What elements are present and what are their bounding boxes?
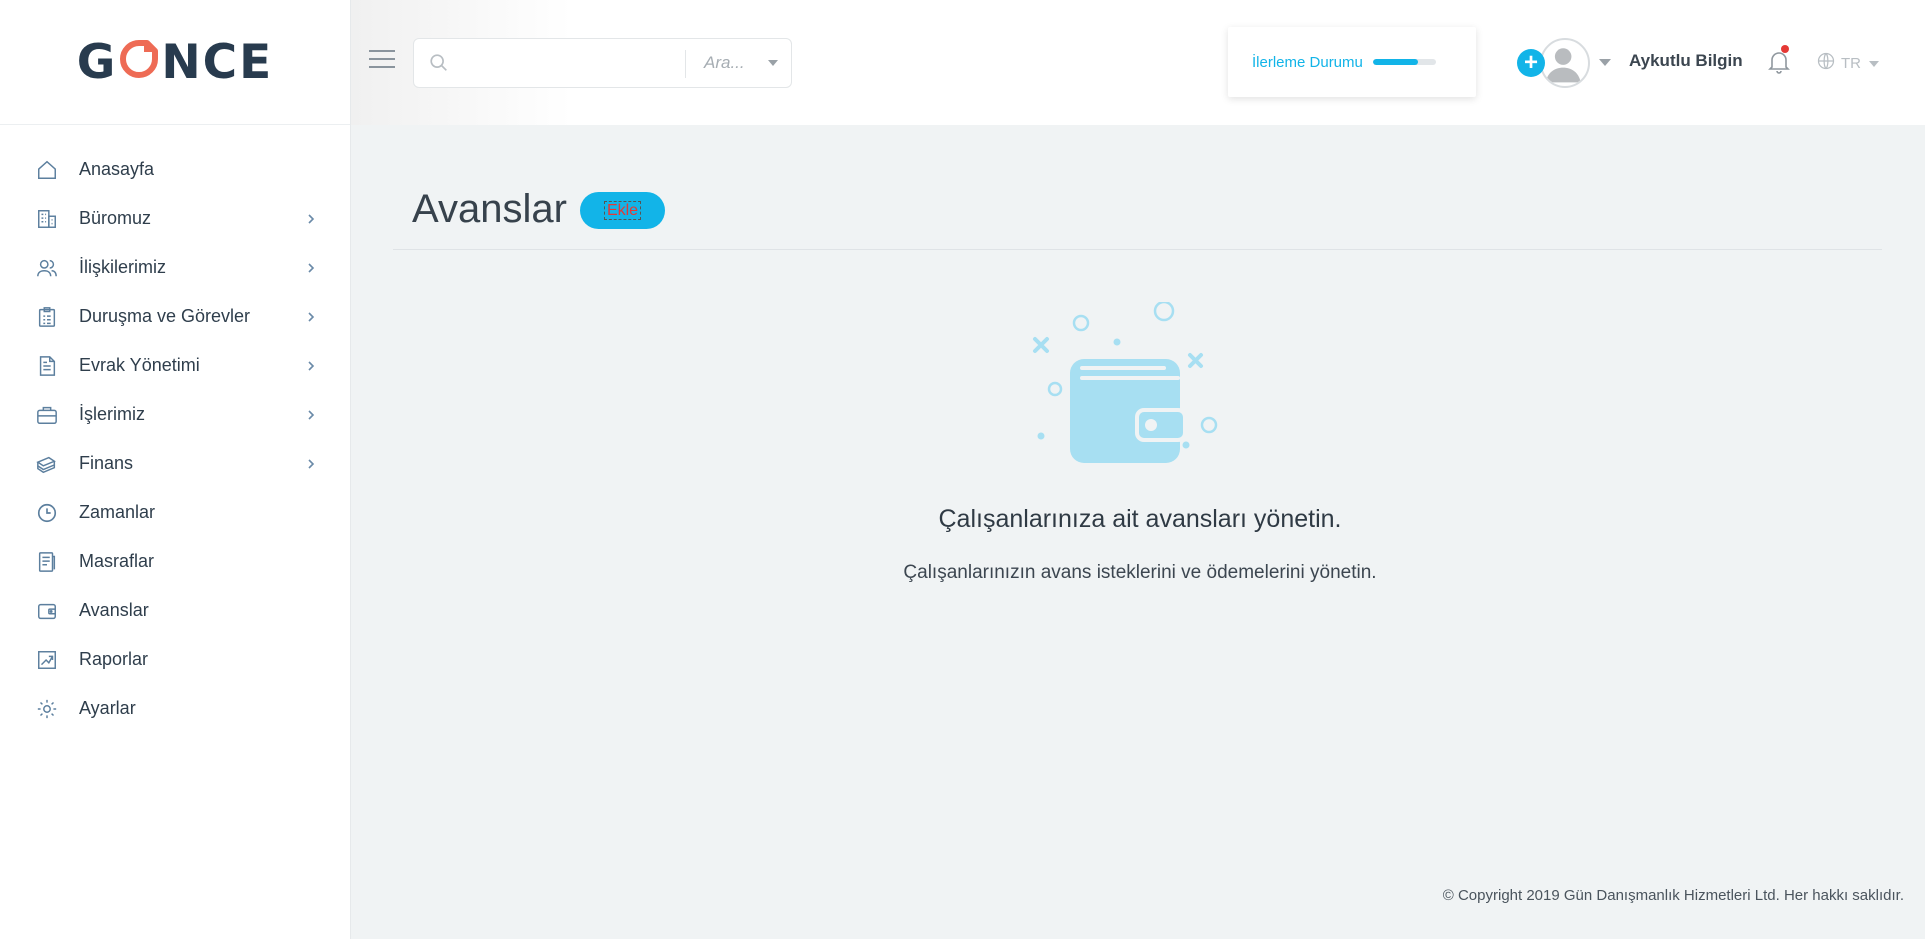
sidebar-item-label: Avanslar	[79, 600, 149, 620]
user-name[interactable]: Aykutlu Bilgin	[1629, 51, 1743, 71]
globe-icon	[1816, 51, 1836, 76]
money-icon	[36, 453, 58, 475]
home-icon	[36, 159, 58, 181]
logo-text-left: G	[76, 34, 118, 90]
sidebar-item-avanslar[interactable]: Avanslar	[0, 586, 350, 635]
sidebar-item-durusma-ve-gorevler[interactable]: Duruşma ve Görevler	[0, 292, 350, 341]
progress-fill	[1372, 59, 1419, 65]
logo-area: G NCE	[0, 0, 350, 125]
sidebar-item-anasayfa[interactable]: Anasayfa	[0, 145, 350, 194]
user-menu-caret-icon[interactable]	[1599, 59, 1611, 66]
title-divider	[393, 249, 1882, 250]
sidebar-item-label: İlişkilerimiz	[79, 257, 166, 277]
chevron-down-icon[interactable]	[768, 60, 778, 66]
sidebar-item-label: Ayarlar	[79, 698, 136, 718]
sidebar-item-evrak-yonetimi[interactable]: Evrak Yönetimi	[0, 341, 350, 390]
sidebar-item-finans[interactable]: Finans	[0, 439, 350, 488]
users-icon	[36, 257, 58, 279]
building-icon	[36, 208, 58, 230]
progress-card[interactable]: İlerleme Durumu	[1228, 27, 1476, 97]
sidebar: G NCE Anasayfa Büromuz İlişkilerimiz Dur…	[0, 0, 351, 939]
clipboard-icon	[36, 306, 58, 328]
empty-state-subheading: Çalışanlarınızın avans isteklerini ve öd…	[903, 562, 1377, 583]
bell-icon[interactable]	[1767, 49, 1791, 75]
chevron-right-icon	[304, 212, 318, 226]
page-title: Avanslar	[412, 187, 567, 231]
language-label: TR	[1841, 55, 1861, 72]
chevron-right-icon	[304, 310, 318, 324]
sidebar-item-label: İşlerimiz	[79, 404, 145, 424]
chevron-right-icon	[304, 408, 318, 422]
chart-icon	[36, 649, 58, 671]
chevron-down-icon	[1869, 60, 1879, 67]
logo-mark-icon	[119, 39, 159, 86]
wallet-illustration-icon	[1033, 302, 1218, 463]
search-input[interactable]	[458, 49, 678, 77]
sidebar-item-iliskilerimiz[interactable]: İlişkilerimiz	[0, 243, 350, 292]
footer-copyright: © Copyright 2019 Gün Danışmanlık Hizmetl…	[1442, 887, 1904, 904]
sidebar-item-buromuz[interactable]: Büromuz	[0, 194, 350, 243]
search-box: Ara...	[413, 38, 792, 88]
briefcase-icon	[36, 404, 58, 426]
document-icon	[36, 355, 58, 377]
language-selector[interactable]: TR	[1816, 51, 1879, 76]
chevron-right-icon	[304, 261, 318, 275]
empty-state-heading: Çalışanlarınıza ait avansları yönetin.	[938, 505, 1342, 533]
topbar: Ara... İlerleme Durumu + Aykutlu Bilgin …	[351, 0, 1925, 125]
search-scope-select[interactable]: Ara...	[704, 53, 745, 73]
notification-dot	[1781, 45, 1789, 53]
logo[interactable]: G NCE	[77, 39, 274, 86]
sidebar-item-label: Anasayfa	[79, 159, 155, 179]
sidebar-item-label: Raporlar	[79, 649, 149, 669]
progress-bar	[1372, 59, 1436, 65]
gear-icon	[36, 698, 58, 720]
main-content: Avanslar Ekle Çalışanlarınıza ait avansl…	[351, 125, 1925, 939]
sidebar-item-islerimiz[interactable]: İşlerimiz	[0, 390, 350, 439]
menu-toggle-icon[interactable]	[369, 50, 395, 72]
sidebar-item-label: Evrak Yönetimi	[79, 355, 200, 375]
progress-label: İlerleme Durumu	[1252, 53, 1363, 71]
sidebar-item-label: Duruşma ve Görevler	[79, 306, 251, 326]
add-button-label: Ekle	[603, 200, 642, 221]
wallet-icon	[36, 600, 58, 622]
search-divider	[685, 50, 686, 78]
search-icon	[428, 52, 450, 74]
add-button[interactable]: Ekle	[580, 192, 665, 229]
chevron-right-icon	[304, 457, 318, 471]
sidebar-item-ayarlar[interactable]: Ayarlar	[0, 684, 350, 733]
sidebar-item-label: Büromuz	[79, 208, 152, 228]
logo-text-right: NCE	[161, 34, 274, 90]
quick-add-button[interactable]: +	[1517, 49, 1545, 77]
sidebar-item-raporlar[interactable]: Raporlar	[0, 635, 350, 684]
chevron-right-icon	[304, 359, 318, 373]
sidebar-item-label: Finans	[79, 453, 134, 473]
user-avatar-icon	[1545, 48, 1581, 83]
sidebar-nav: Anasayfa Büromuz İlişkilerimiz Duruşma v…	[0, 125, 350, 733]
avatar[interactable]	[1540, 38, 1590, 88]
